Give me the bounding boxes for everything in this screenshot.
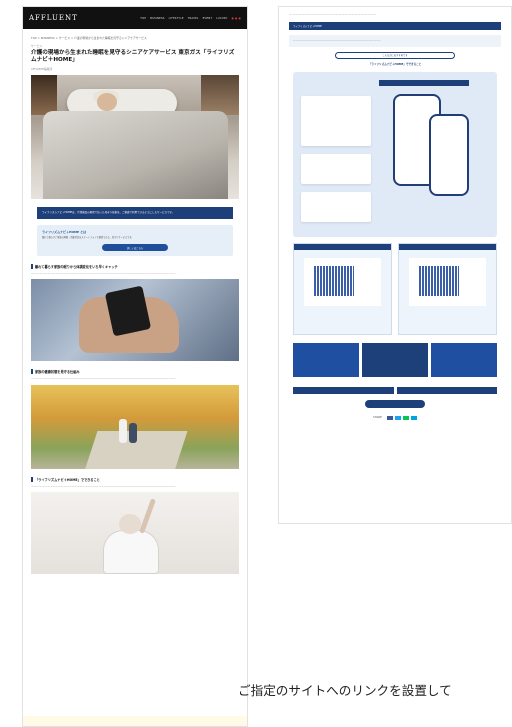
hero-image-sleeping-woman [31, 75, 239, 199]
page-footer-strip [23, 716, 247, 726]
info-box-text: 離れて暮らすご家族の睡眠・活動状況をスマートフォンで確認できる、見守りサービスで… [42, 235, 134, 239]
service-infographic [293, 71, 497, 237]
service-info-box: ライフリズムナビ＋HOME とは 離れて暮らすご家族の睡眠・活動状況をスマートフ… [37, 224, 233, 257]
infographic-banner [379, 79, 469, 86]
feature-column-3 [431, 342, 497, 377]
sleep-chart-left [293, 242, 392, 335]
hatena-icon[interactable] [410, 415, 417, 420]
nav-item-lifestyle[interactable]: LIFESTYLE [169, 17, 184, 20]
share-label: SHARE [373, 416, 382, 420]
plan-button-1[interactable] [293, 386, 394, 394]
plan-button-2[interactable] [396, 386, 497, 394]
screenshot-canvas: AFFLUENT TOP BUSINESS LIFESTYLE TRAVEL E… [0, 0, 512, 727]
nav-item-business[interactable]: BUSINESS [150, 17, 165, 20]
feature-column-2 [362, 342, 428, 377]
sleep-charts [293, 242, 497, 335]
site-logo-text: AFFLUENT [29, 13, 78, 22]
breadcrumb[interactable]: TOP > BUSINESS > サービス > 介護の現場から生まれた睡眠を見守… [31, 36, 239, 41]
section-heading-2: 家族の健康状態を見守る仕組み [31, 369, 239, 375]
nav-item-travel[interactable]: TRAVEL [188, 17, 199, 20]
article-page-right: …………………………………………………………………………………………………… ラ… [278, 6, 512, 524]
info-box-title: ライフリズムナビ＋HOME とは [42, 229, 87, 234]
contact-button[interactable] [365, 399, 425, 408]
article-title: 介護の現場から生まれた睡眠を見守るシニアケアサービス 東京ガス「ライフリズムナビ… [31, 49, 235, 64]
article-meta: AFFLUENT編集部 [31, 68, 52, 71]
feature-column-1 [293, 342, 359, 377]
site-nav: TOP BUSINESS LIFESTYLE TRAVEL EVENT LUXU… [140, 17, 241, 20]
feature-columns [293, 342, 497, 377]
nav-item-luxury[interactable]: LUXURY [216, 17, 227, 20]
section-heading-1: 離れて暮らす家族の眠りから体調変化をいち早くキャッチ [31, 264, 239, 270]
article-page-left: AFFLUENT TOP BUSINESS LIFESTYLE TRAVEL E… [22, 6, 248, 727]
intro-banner: ライフリズムナビ＋HOMEは、介護施設の現場で培った見守り技術を、ご家庭で利用で… [37, 207, 233, 219]
service-description-box: ………………………………………………………………………………………………………… [289, 35, 501, 47]
line-icon[interactable] [402, 415, 409, 420]
body-paragraph: …………………………………………………………………………………………………………… [31, 484, 176, 488]
sleep-chart-right [398, 242, 497, 335]
caption-text: ご指定のサイトへのリンクを設置して [238, 683, 452, 698]
site-logo[interactable]: AFFLUENT [29, 13, 78, 22]
phone-mockup-2 [429, 113, 469, 196]
social-dots-icon[interactable]: ● ● ● [232, 17, 241, 20]
share-bar: SHARE [279, 415, 511, 420]
body-paragraph: …………………………………………………………………………………………………………… [31, 272, 176, 276]
recommend-pill: こんな方におすすめです [335, 51, 455, 59]
article-category[interactable]: サービス [31, 44, 239, 48]
twitter-icon[interactable] [394, 415, 401, 420]
body-paragraph: …………………………………………………………………………………………………………… [31, 377, 176, 381]
nav-item-top[interactable]: TOP [140, 17, 146, 20]
image-hand-smartphone [31, 279, 239, 362]
image-park-walk [31, 384, 239, 469]
section-heading-3: 「ライフリズムナビ＋HOME」でできること [31, 476, 239, 482]
facebook-icon[interactable] [386, 415, 393, 420]
pricing-block [293, 386, 497, 394]
body-paragraph: …………………………………………………………………………………………………… [289, 13, 377, 16]
site-header: AFFLUENT TOP BUSINESS LIFESTYLE TRAVEL E… [23, 7, 247, 29]
feature-heading: 「ライフリズムナビ＋HOME」でできること [368, 62, 422, 66]
info-box-button[interactable]: 詳しくはこちら [102, 244, 168, 252]
service-heading-bar: ライフリズムナビ＋HOME [289, 22, 501, 31]
image-morning-stretch [31, 492, 239, 575]
nav-item-event[interactable]: EVENT [203, 17, 213, 20]
